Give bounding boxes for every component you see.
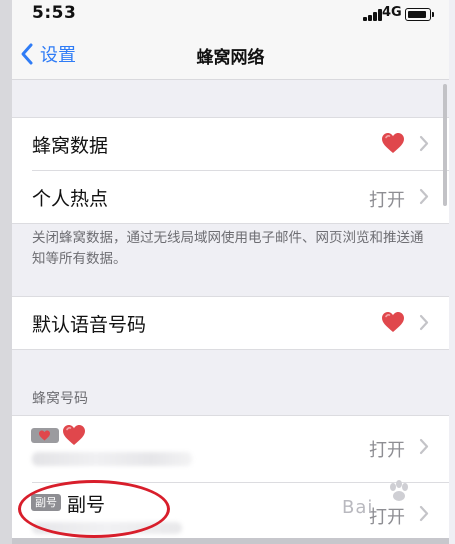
personal-hotspot-row[interactable]: 个人热点 打开: [12, 171, 449, 223]
chevron-right-icon: [419, 135, 429, 152]
default-voice-label: 默认语音号码: [32, 314, 147, 336]
status-bar: 5:53 4G: [12, 0, 449, 28]
page-title: 蜂窝网络: [196, 48, 265, 68]
redacted-number: [32, 452, 192, 466]
watermark: Bai: [342, 497, 374, 518]
voice-group: 默认语音号码: [12, 296, 449, 350]
cellular-data-label: 蜂窝数据: [32, 135, 109, 157]
paw-icon: [390, 480, 408, 501]
chevron-right-icon: [419, 505, 429, 522]
battery-icon: [405, 8, 434, 21]
default-voice-line-row[interactable]: 默认语音号码: [12, 297, 449, 349]
heart-icon: [63, 425, 85, 445]
section-header-numbers: 蜂窝号码: [32, 391, 88, 407]
highlight-ring: [18, 480, 170, 538]
primary-line-value: 打开: [369, 440, 405, 461]
bottom-edge: [12, 538, 449, 544]
chevron-right-icon: [419, 314, 429, 331]
chevron-right-icon: [419, 188, 429, 205]
cellular-group: 蜂窝数据 个人热点 打开: [12, 117, 449, 224]
hotspot-value: 打开: [369, 190, 405, 211]
network-type: 4G: [382, 5, 402, 20]
scrollbar[interactable]: [443, 84, 447, 206]
heart-icon: [39, 430, 50, 441]
status-time: 5:53: [32, 3, 77, 23]
screen-edge: [0, 0, 12, 544]
sim-label-badge: [31, 428, 59, 443]
navigation-bar: 设置 蜂窝网络: [12, 28, 449, 80]
secondary-line-value: 打开: [369, 507, 405, 528]
heart-icon: [382, 133, 404, 153]
cellular-settings-page: 5:53 4G 设置 蜂窝网络 蜂窝数据 个人热点 打开 关闭蜂窝数据，通过无线…: [12, 0, 449, 544]
chevron-right-icon: [419, 438, 429, 455]
hotspot-label: 个人热点: [32, 188, 109, 210]
cellular-footer-note: 关闭蜂窝数据，通过无线局域网使用电子邮件、网页浏览和推送通知等所有数据。: [32, 230, 424, 267]
cellular-data-row[interactable]: 蜂窝数据: [12, 118, 449, 170]
heart-icon: [382, 312, 404, 332]
